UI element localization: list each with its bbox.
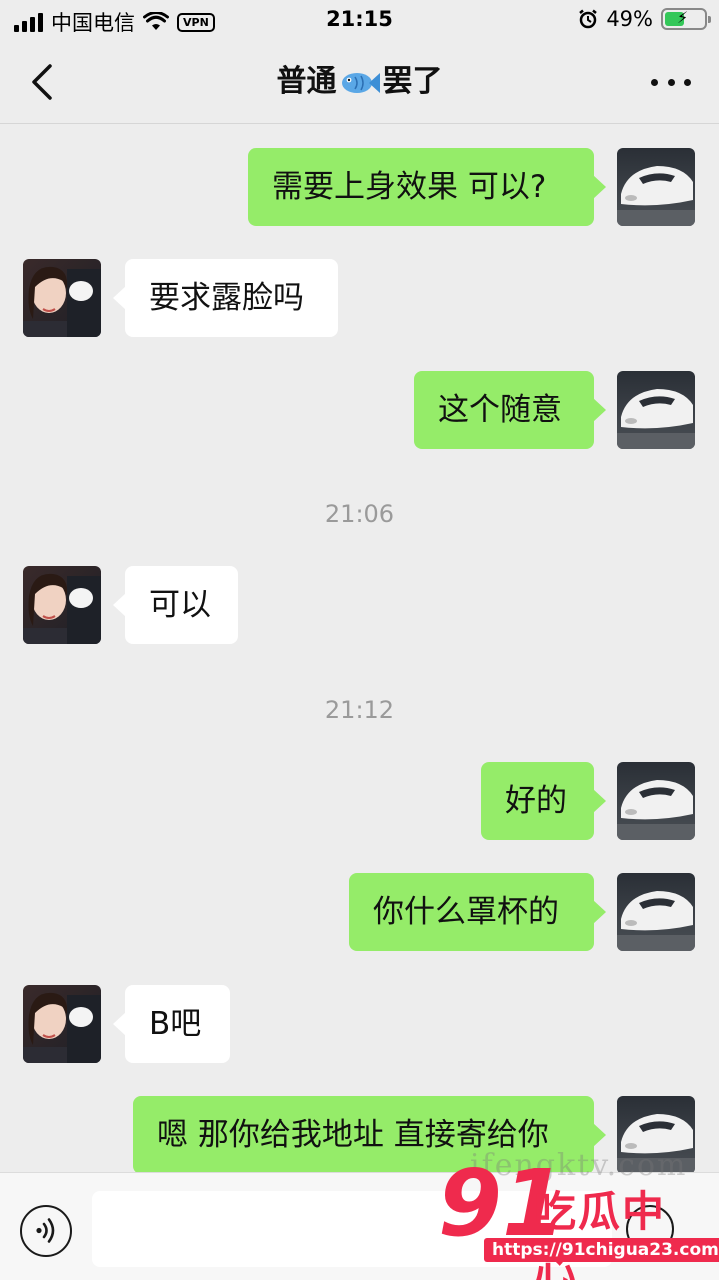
message-bubble-incoming[interactable]: 可以 — [113, 566, 238, 644]
alarm-icon — [579, 9, 598, 29]
battery-icon: ⚡ — [661, 8, 711, 30]
nav-bar: 普通 罢了 — [0, 40, 719, 124]
message-bubble-incoming[interactable]: 要求露脸吗 — [113, 259, 338, 337]
message-timestamp: 21:12 — [324, 696, 395, 724]
watermark-logo-text: 吃瓜中心 — [534, 1187, 667, 1280]
my-avatar[interactable] — [617, 371, 695, 449]
message-timestamp: 21:06 — [324, 500, 395, 528]
contact-avatar[interactable] — [23, 985, 101, 1063]
message-bubble-outgoing[interactable]: 你什么罩杯的 — [349, 873, 606, 951]
status-bar: 中国电信 VPN 21:15 49% ⚡ — [0, 0, 719, 40]
more-dots-icon[interactable] — [651, 62, 691, 102]
watermark-logo-url: https://91chigua23.com — [484, 1238, 719, 1262]
watermark-logo: 91 吃瓜中心 https://91chigua23.com — [438, 1154, 719, 1280]
message-bubble-outgoing[interactable]: 好的 — [481, 762, 606, 840]
voice-icon[interactable] — [20, 1205, 72, 1257]
contact-avatar[interactable] — [23, 259, 101, 337]
chat-title-part1: 普通 — [276, 64, 337, 99]
my-avatar[interactable] — [617, 148, 695, 226]
my-avatar[interactable] — [617, 873, 695, 951]
message-bubble-incoming[interactable]: B吧 — [113, 985, 230, 1063]
battery-percent: 49% — [606, 7, 653, 31]
chat-title: 普通 罢了 — [0, 60, 719, 104]
fish-emoji-icon — [341, 72, 380, 93]
contact-avatar[interactable] — [23, 566, 101, 644]
message-bubble-outgoing[interactable]: 需要上身效果 可以? — [248, 148, 606, 226]
message-bubble-outgoing[interactable]: 这个随意 — [414, 371, 606, 449]
chat-title-part2: 罢了 — [382, 64, 443, 99]
my-avatar[interactable] — [617, 762, 695, 840]
